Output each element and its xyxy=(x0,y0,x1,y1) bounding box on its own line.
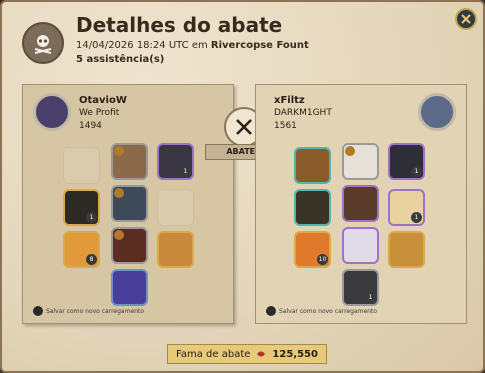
save-icon xyxy=(266,306,276,316)
killer-slot-cape[interactable]: 1 xyxy=(157,143,194,180)
victim-avatar[interactable] xyxy=(418,93,456,131)
victim-name[interactable]: xFiltz xyxy=(274,95,305,106)
killer-slot-shoes[interactable] xyxy=(111,227,148,264)
killer-slot-bag xyxy=(63,147,100,184)
killer-save-loadout[interactable]: Salvar como novo carregamento xyxy=(33,306,144,316)
victim-slot-potion[interactable]: 10 xyxy=(294,231,331,268)
victim-slot-mount[interactable]: 1 xyxy=(342,269,379,306)
killer-slot-offhand xyxy=(157,189,194,226)
killer-slot-weapon[interactable]: 1 xyxy=(63,189,100,226)
victim-slot-food[interactable] xyxy=(388,231,425,268)
killer-panel: OtavioW We Profit 1494 1 1 8 Salvar como… xyxy=(22,84,234,324)
killer-slot-armor[interactable] xyxy=(111,185,148,222)
victim-panel: xFiltz DARKM1GHT 1561 1 1 10 1 Salvar co… xyxy=(255,84,467,324)
victim-slot-cape[interactable]: 1 xyxy=(388,143,425,180)
killer-avatar[interactable] xyxy=(33,93,71,131)
victim-save-loadout[interactable]: Salvar como novo carregamento xyxy=(266,306,377,316)
victim-slot-armor[interactable] xyxy=(342,185,379,222)
close-icon xyxy=(461,14,471,24)
killer-slot-head[interactable] xyxy=(111,143,148,180)
fame-label: Fama de abate xyxy=(176,348,251,360)
killer-slot-potion[interactable]: 8 xyxy=(63,231,100,268)
fame-icon xyxy=(257,351,266,357)
save-icon xyxy=(33,306,43,316)
location-text: Rivercopse Fount xyxy=(210,40,309,51)
victim-slot-offhand[interactable]: 1 xyxy=(388,189,425,226)
page-title: Detalhes do abate xyxy=(76,13,283,37)
victim-item-power: 1561 xyxy=(274,121,297,131)
killer-name[interactable]: OtavioW xyxy=(79,95,127,106)
victim-guild: DARKM1GHT xyxy=(274,108,332,118)
victim-slot-head[interactable] xyxy=(342,143,379,180)
killer-slot-food[interactable] xyxy=(157,231,194,268)
kill-details-window: Detalhes do abate 14/04/2026 18:24 UTC e… xyxy=(0,0,485,373)
fame-value: 125,550 xyxy=(272,348,318,360)
skull-crossbones-icon xyxy=(22,22,64,64)
assists-count: 5 assistência(s) xyxy=(76,54,165,65)
kill-timestamp: 14/04/2026 18:24 UTC em Rivercopse Fount xyxy=(76,40,309,51)
victim-slot-bag[interactable] xyxy=(294,147,331,184)
killer-guild: We Profit xyxy=(79,108,120,118)
victim-slot-weapon[interactable] xyxy=(294,189,331,226)
victim-slot-shoes[interactable] xyxy=(342,227,379,264)
timestamp-text: 14/04/2026 18:24 UTC em xyxy=(76,40,208,51)
close-button[interactable] xyxy=(455,8,477,30)
kill-fame-banner: Fama de abate 125,550 xyxy=(167,344,327,364)
killer-item-power: 1494 xyxy=(79,121,102,131)
killer-slot-mount[interactable] xyxy=(111,269,148,306)
